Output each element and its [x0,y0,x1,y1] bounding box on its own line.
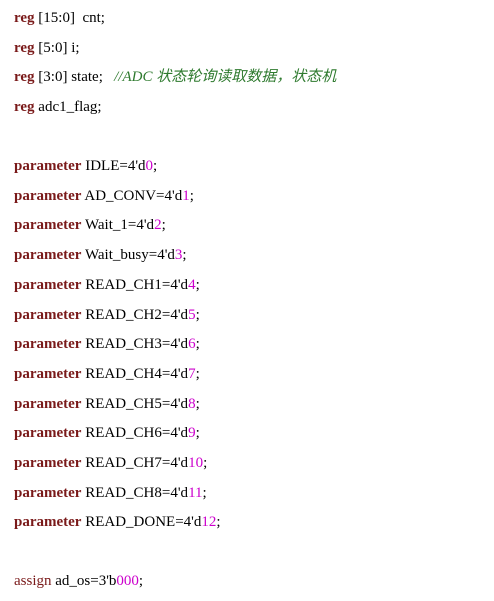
code-text: READ_CH1=4'd [81,277,189,293]
semicolon: ; [182,247,187,263]
code-text: READ_CH7=4'd [81,455,189,471]
number-literal: 000 [116,573,139,589]
code-line: parameter READ_CH2=4'd5; [14,305,200,325]
code-text: ad_os=3'b [51,573,117,589]
number-literal: 8 [188,396,196,412]
code-text: READ_CH8=4'd [81,485,189,501]
semicolon: ; [216,514,221,530]
keyword: reg [14,69,35,85]
number-literal: 6 [188,336,196,352]
code-comment: //ADC 状态轮询读取数据，状态机 [114,69,337,85]
semicolon: ; [189,188,194,204]
keyword: parameter [14,307,82,323]
code-editor: reg [15:0] cnt; reg [5:0] i; reg [3:0] s… [0,0,494,601]
code-text: READ_CH5=4'd [81,396,189,412]
code-line: parameter Wait_busy=4'd3; [14,245,187,265]
code-line: parameter READ_CH7=4'd10; [14,453,207,473]
semicolon: ; [153,158,158,174]
keyword: parameter [14,188,82,204]
code-line: parameter IDLE=4'd0; [14,156,157,176]
keyword: parameter [14,277,82,293]
code-text: READ_CH3=4'd [81,336,189,352]
code-text: READ_DONE=4'd [81,514,202,530]
code-text: READ_CH4=4'd [81,366,189,382]
keyword: parameter [14,396,82,412]
code-text: IDLE=4'd [81,158,146,174]
code-text: [15:0] cnt; [34,10,105,26]
semicolon: ; [195,366,200,382]
code-text: AD_CONV=4'd [81,188,183,204]
code-line: parameter Wait_1=4'd2; [14,215,166,235]
code-line: reg [5:0] i; [14,38,80,58]
code-text: adc1_flag; [34,99,102,115]
keyword: reg [14,40,35,56]
number-literal: 0 [145,158,154,174]
keyword: parameter [14,425,82,441]
number-literal: 7 [188,366,196,382]
number-literal: 10 [188,455,204,471]
keyword: parameter [14,217,82,233]
semicolon: ; [138,573,144,589]
number-literal: 5 [188,307,196,323]
code-text: [3:0] state; [34,69,115,85]
code-line: parameter READ_CH1=4'd4; [14,275,200,295]
semicolon: ; [203,455,208,471]
number-literal: 9 [188,425,196,441]
code-text: Wait_busy=4'd [81,247,175,263]
semicolon: ; [195,277,200,293]
semicolon: ; [202,485,207,501]
keyword: parameter [14,247,82,263]
number-literal: 11 [188,485,203,501]
keyword: parameter [14,158,82,174]
keyword: reg [14,10,35,26]
number-literal: 12 [201,514,217,530]
keyword: parameter [14,485,82,501]
code-line: parameter READ_CH3=4'd6; [14,334,200,354]
keyword: reg [14,99,35,115]
code-text: READ_CH2=4'd [81,307,189,323]
code-line: parameter AD_CONV=4'd1; [14,186,194,206]
code-line: parameter READ_DONE=4'd12; [14,512,221,532]
semicolon: ; [195,425,200,441]
code-line: reg [15:0] cnt; [14,8,105,28]
code-text: [5:0] i; [34,40,80,56]
code-line: parameter READ_CH5=4'd8; [14,394,200,414]
code-text: Wait_1=4'd [81,217,155,233]
code-line: assign ad_os=3'b000; [14,571,143,591]
semicolon: ; [161,217,166,233]
semicolon: ; [195,336,200,352]
keyword: parameter [14,514,82,530]
number-literal: 4 [188,277,196,293]
code-line: parameter READ_CH6=4'd9; [14,423,200,443]
code-line: parameter READ_CH8=4'd11; [14,483,207,503]
code-line: parameter READ_CH4=4'd7; [14,364,200,384]
code-line: reg [3:0] state; //ADC 状态轮询读取数据，状态机 [14,67,336,87]
number-literal: 1 [182,188,190,204]
code-text: READ_CH6=4'd [81,425,189,441]
keyword: parameter [14,336,82,352]
code-line: reg adc1_flag; [14,97,102,117]
semicolon: ; [195,396,200,412]
keyword: parameter [14,455,82,471]
keyword: assign [14,573,52,589]
keyword: parameter [14,366,82,382]
semicolon: ; [195,307,200,323]
number-literal: 2 [154,217,162,233]
